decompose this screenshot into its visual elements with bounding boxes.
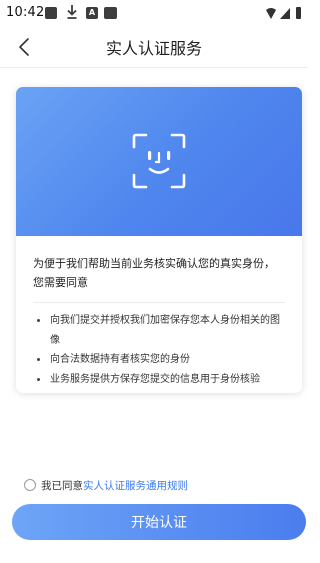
consent-list: 向我们提交并授权我们加密保存您本人身份相关的图像 向合法数据持有者核实您的身份 … <box>33 311 285 389</box>
card-banner <box>16 87 302 236</box>
header: 实人认证服务 <box>0 26 308 68</box>
wifi-icon <box>266 8 276 19</box>
status-bar: 10:42 A <box>0 0 308 26</box>
list-item: 向合法数据持有者核实您的身份 <box>33 350 285 370</box>
face-scan-icon <box>132 133 186 189</box>
start-verification-button[interactable]: 开始认证 <box>12 504 306 540</box>
agree-radio[interactable] <box>24 479 36 491</box>
intro-text: 为便于我们帮助当前业务核实确认您的真实身份，您需要同意 <box>33 257 275 289</box>
verification-card: 为便于我们帮助当前业务核实确认您的真实身份，您需要同意 向我们提交并授权我们加密… <box>16 87 302 393</box>
wifi-signal-icons <box>266 7 301 19</box>
agreement-prefix: 我已同意 <box>41 479 83 492</box>
divider <box>33 302 285 303</box>
card-body: 为便于我们帮助当前业务核实确认您的真实身份，您需要同意 向我们提交并授权我们加密… <box>16 236 302 389</box>
agreement-row: 我已同意 实人认证服务通用规则 <box>24 477 188 493</box>
notification-icon <box>45 7 57 19</box>
list-item: 向我们提交并授权我们加密保存您本人身份相关的图像 <box>33 311 285 350</box>
app-icon: A <box>86 7 98 19</box>
list-item: 业务服务提供方保存您提交的信息用于身份核验 <box>33 370 285 390</box>
agreement-link[interactable]: 实人认证服务通用规则 <box>83 478 188 493</box>
page-title: 实人认证服务 <box>105 39 202 58</box>
app-icon-2 <box>104 7 117 19</box>
signal-icon <box>280 8 290 19</box>
download-icon <box>67 5 77 19</box>
status-time: 10:42 <box>6 5 45 20</box>
